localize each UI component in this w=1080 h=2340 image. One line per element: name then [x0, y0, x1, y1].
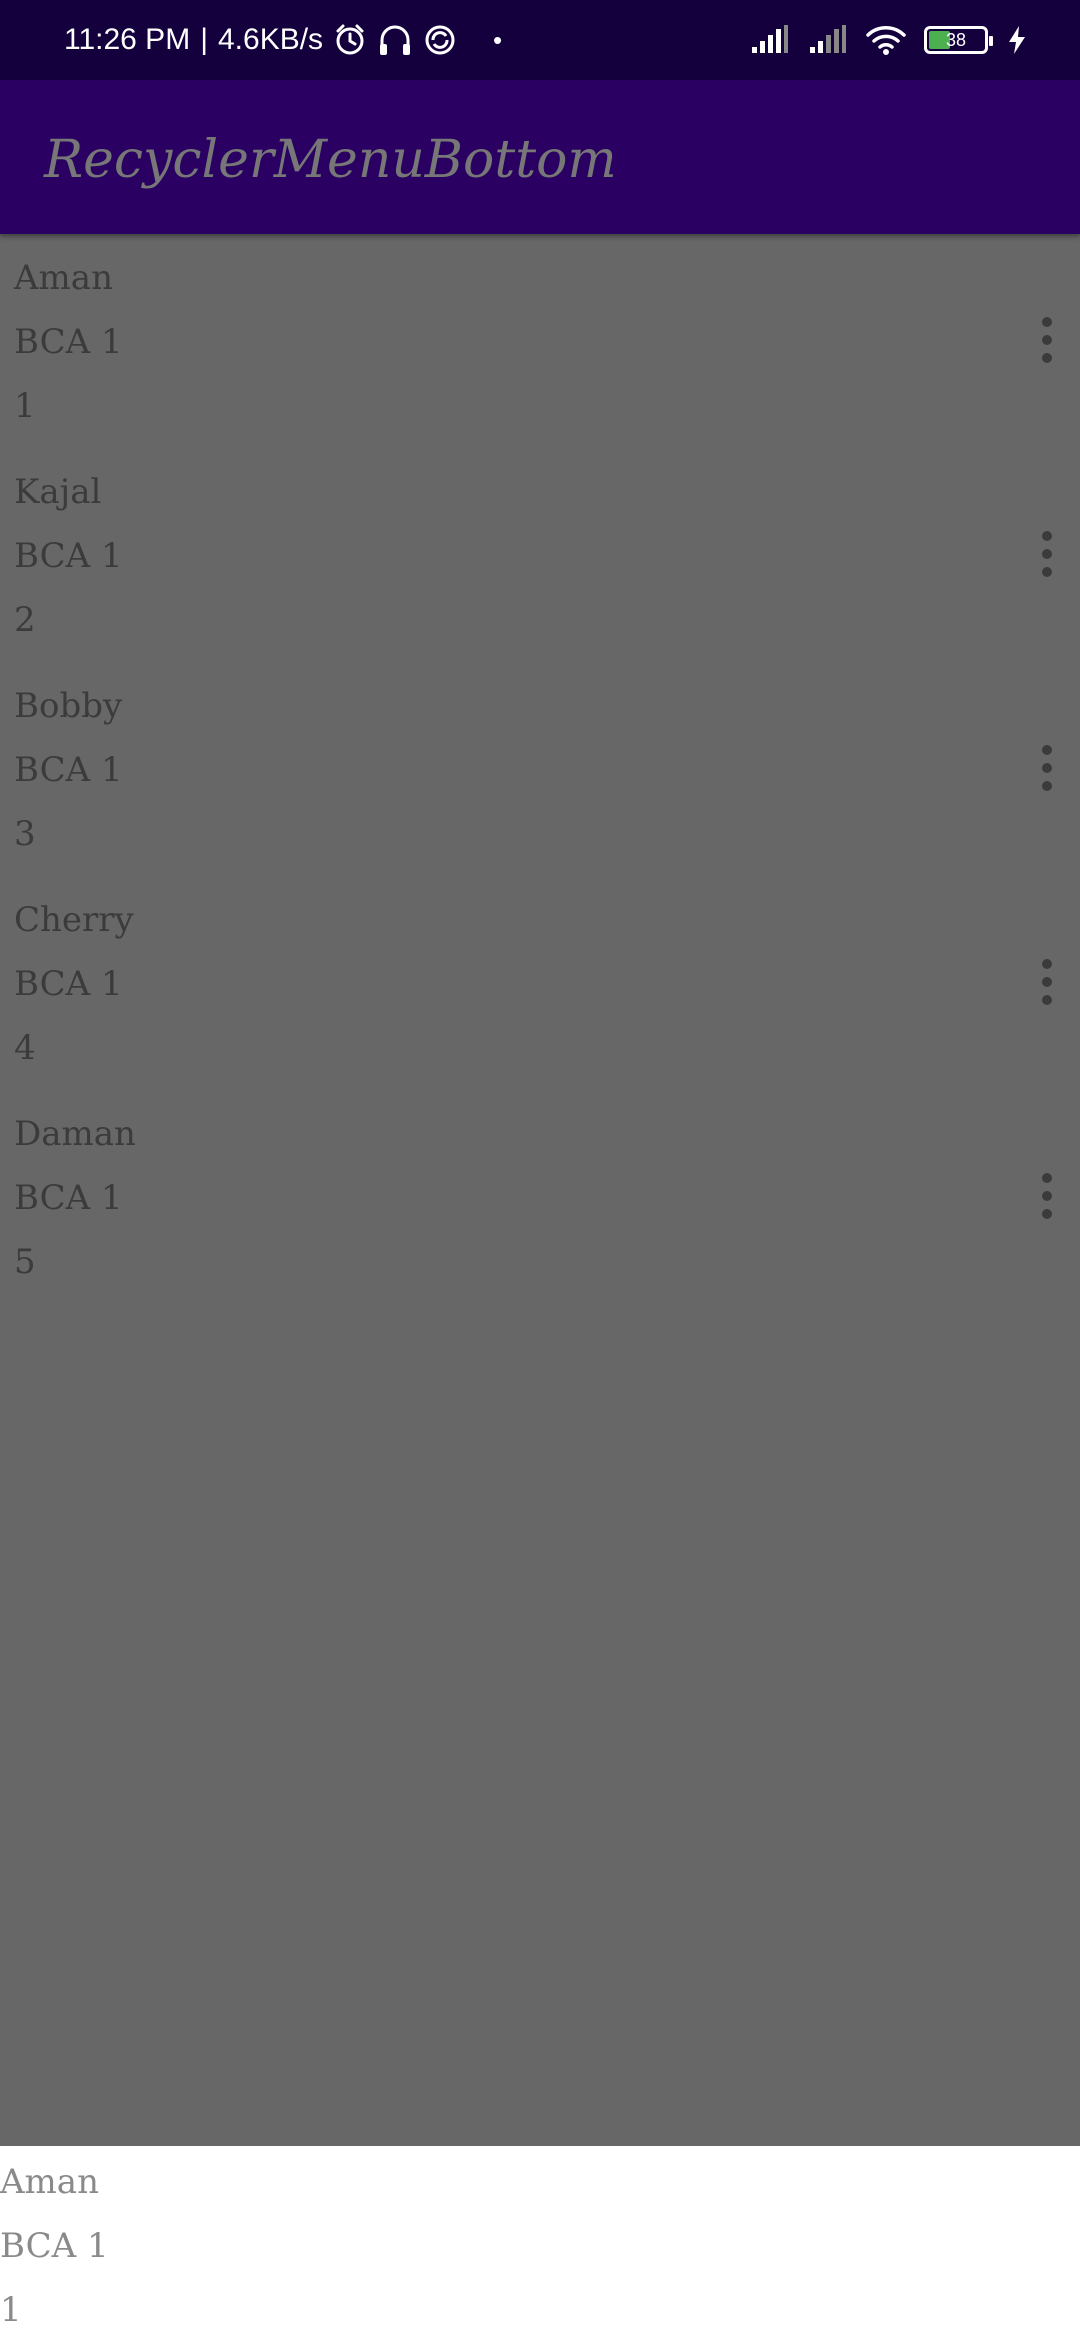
sheet-class: BCA 1	[0, 2226, 109, 2266]
battery-icon: 38	[924, 26, 993, 54]
item-name: Kajal	[14, 472, 102, 512]
item-name: Bobby	[14, 686, 123, 726]
item-roll: 3	[14, 814, 36, 854]
list-item[interactable]: Kajal BCA 1 2	[0, 448, 1080, 662]
app-title: RecyclerMenuBottom	[44, 130, 617, 190]
sheet-name: Aman	[0, 2162, 99, 2202]
item-name: Cherry	[14, 900, 134, 940]
item-class: BCA 1	[14, 1178, 123, 1218]
more-vert-icon[interactable]	[1032, 1168, 1062, 1224]
list-item[interactable]: Daman BCA 1 5	[0, 1090, 1080, 1304]
status-bar: 11:26 PM | 4.6KB/s • 38	[0, 0, 1080, 80]
signal-icon	[750, 25, 790, 55]
item-roll: 2	[14, 600, 36, 640]
sheet-roll: 1	[0, 2290, 22, 2330]
list-item[interactable]: Aman BCA 1 1	[0, 234, 1080, 448]
list-item[interactable]: Bobby BCA 1 3	[0, 662, 1080, 876]
bottom-sheet[interactable]: Aman BCA 1 1	[0, 2146, 1080, 2340]
item-roll: 5	[14, 1242, 36, 1282]
wifi-icon	[866, 24, 906, 56]
item-class: BCA 1	[14, 536, 123, 576]
item-roll: 1	[14, 386, 36, 426]
item-roll: 4	[14, 1028, 36, 1068]
alarm-icon	[333, 23, 367, 57]
battery-level: 38	[945, 29, 967, 50]
signal-icon-2	[808, 25, 848, 55]
item-class: BCA 1	[14, 322, 123, 362]
item-name: Aman	[14, 258, 113, 298]
recycler-list[interactable]: Aman BCA 1 1 Kajal BCA 1 2 Bobby BCA 1 3	[0, 234, 1080, 2146]
more-vert-icon[interactable]	[1032, 526, 1062, 582]
status-time: 11:26 PM	[64, 23, 191, 56]
charging-icon	[1006, 25, 1028, 55]
item-class: BCA 1	[14, 964, 123, 1004]
app-bar: RecyclerMenuBottom	[0, 80, 1080, 234]
more-vert-icon[interactable]	[1032, 312, 1062, 368]
headset-icon	[377, 23, 413, 57]
status-right: 38	[750, 0, 1028, 80]
status-left: 11:26 PM | 4.6KB/s •	[64, 0, 502, 80]
item-class: BCA 1	[14, 750, 123, 790]
more-vert-icon[interactable]	[1032, 954, 1062, 1010]
more-vert-icon[interactable]	[1032, 740, 1062, 796]
notification-dot: •	[493, 24, 503, 55]
status-separator: |	[200, 23, 208, 56]
list-item[interactable]: Cherry BCA 1 4	[0, 876, 1080, 1090]
sync-icon	[423, 23, 457, 57]
item-name: Daman	[14, 1114, 136, 1154]
network-speed: 4.6KB/s	[217, 23, 324, 56]
